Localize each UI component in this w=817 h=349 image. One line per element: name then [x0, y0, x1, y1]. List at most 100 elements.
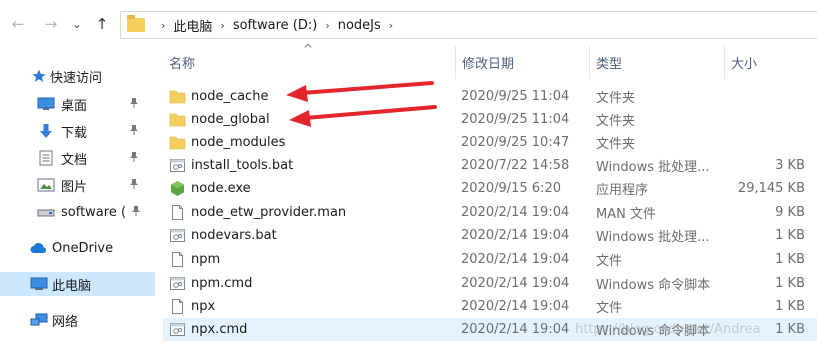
- table-row[interactable]: node_modules 2020/9/25 10:47 文件夹: [163, 131, 817, 154]
- file-date: 2020/9/15 6:20: [461, 181, 561, 196]
- table-row[interactable]: install_tools.bat 2020/7/22 14:58 Window…: [163, 154, 817, 177]
- file-name: npm: [191, 252, 221, 267]
- pin-icon[interactable]: [131, 205, 141, 220]
- node-exe-icon: [169, 180, 186, 197]
- file-name: npx: [191, 299, 216, 314]
- file-name: node_global: [191, 112, 270, 127]
- column-header-date[interactable]: 修改日期: [456, 46, 590, 79]
- nav-item-pictures[interactable]: 图片: [0, 173, 155, 197]
- column-header-label: 名称: [169, 57, 196, 72]
- nav-item-desktop[interactable]: 桌面: [0, 92, 155, 116]
- nav-item-label: software (: [61, 204, 127, 220]
- breadcrumb-separator[interactable]: ›: [325, 19, 329, 32]
- nav-item-downloads[interactable]: 下载: [0, 119, 155, 143]
- folder-icon: [169, 88, 186, 105]
- file-name: node_modules: [191, 135, 286, 150]
- file-size: 3 KB: [775, 158, 805, 173]
- watermark: https://blog.csdn.net/Andrea: [575, 322, 761, 337]
- navigation-pane: 快速访问 桌面 下载 文档 图片 software (OneDrive 此电脑…: [0, 46, 155, 349]
- column-header-type[interactable]: 类型: [590, 46, 725, 79]
- table-row[interactable]: nodevars.bat 2020/2/14 19:04 Windows 批处理…: [163, 224, 817, 247]
- breadcrumb-separator: ›: [161, 18, 166, 32]
- up-button[interactable]: ↑: [92, 14, 112, 34]
- pictures-icon: [37, 177, 55, 193]
- back-arrow-icon: ←: [11, 15, 25, 33]
- nav-item-label: OneDrive: [52, 240, 114, 256]
- nav-item-label: 快速访问: [50, 70, 103, 86]
- table-row[interactable]: npm.cmd 2020/2/14 19:04 Windows 命令脚本 1 K…: [163, 272, 817, 295]
- file-type: 文件: [596, 301, 623, 316]
- nav-item-label: 此电脑: [52, 278, 92, 294]
- table-row[interactable]: node_cache 2020/9/25 11:04 文件夹: [163, 85, 817, 108]
- document-icon: [37, 150, 55, 166]
- column-header-label: 大小: [731, 57, 758, 72]
- file-date: 2020/2/14 19:04: [461, 299, 570, 314]
- table-row[interactable]: npm 2020/2/14 19:04 文件 1 KB: [163, 248, 817, 271]
- back-button[interactable]: ←: [8, 14, 28, 34]
- nav-item-this-pc[interactable]: 此电脑: [0, 272, 155, 296]
- batch-file-icon: [169, 227, 186, 244]
- file-name: install_tools.bat: [191, 158, 294, 173]
- file-date: 2020/2/14 19:04: [461, 228, 570, 243]
- file-size: 1 KB: [775, 299, 805, 314]
- file-type: Windows 批处理...: [596, 160, 710, 175]
- column-header-name[interactable]: 名称 ^: [163, 42, 456, 79]
- folder-icon: [127, 15, 145, 32]
- file-date: 2020/9/25 11:04: [461, 112, 570, 127]
- computer-icon: [30, 276, 48, 292]
- table-row[interactable]: node_etw_provider.man 2020/2/14 19:04 MA…: [163, 201, 817, 224]
- nav-item-network[interactable]: 网络: [0, 308, 155, 332]
- file-type: 文件夹: [596, 91, 636, 106]
- pin-icon[interactable]: [129, 124, 139, 139]
- file-date: 2020/2/14 19:04: [461, 322, 570, 337]
- cloud-icon: [30, 240, 48, 256]
- breadcrumb-separator[interactable]: ›: [389, 19, 393, 32]
- drive-icon: [37, 204, 55, 220]
- nav-item-onedrive[interactable]: OneDrive: [0, 236, 155, 260]
- table-row[interactable]: node.exe 2020/9/15 6:20 应用程序 29,145 KB: [163, 177, 817, 200]
- file-date: 2020/7/22 14:58: [461, 158, 570, 173]
- batch-file-icon: [169, 321, 186, 338]
- file-type: 文件: [596, 254, 623, 269]
- file-name: node_etw_provider.man: [191, 205, 347, 220]
- file-list: 名称 ^ 修改日期 类型 大小 node_cache 2020/9/25 11:…: [163, 42, 817, 349]
- column-header-label: 类型: [596, 57, 623, 72]
- breadcrumb-this-pc[interactable]: 此电脑: [173, 16, 212, 35]
- file-icon: [169, 298, 186, 315]
- forward-arrow-icon: →: [44, 15, 58, 33]
- file-type: Windows 批处理...: [596, 230, 710, 245]
- desktop-icon: [37, 96, 55, 112]
- address-input[interactable]: › 此电脑 › software (D:) › nodeJs ›: [120, 11, 817, 39]
- file-type: MAN 文件: [596, 207, 656, 222]
- file-size: 1 KB: [775, 252, 805, 267]
- nav-item-software-drive[interactable]: software (: [0, 200, 155, 224]
- pin-icon[interactable]: [129, 151, 139, 166]
- nav-item-quick-access[interactable]: 快速访问: [0, 64, 155, 88]
- recent-locations-button[interactable]: ⌄: [70, 14, 84, 34]
- nav-item-label: 下载: [61, 125, 88, 141]
- file-name: nodevars.bat: [191, 228, 277, 243]
- pin-icon[interactable]: [129, 97, 139, 112]
- file-type: 文件夹: [596, 114, 636, 129]
- sort-ascending-icon: ^: [303, 42, 314, 56]
- file-type: 应用程序: [596, 183, 649, 198]
- file-date: 2020/9/25 11:04: [461, 89, 570, 104]
- chevron-down-icon: ⌄: [72, 17, 82, 31]
- forward-button[interactable]: →: [41, 14, 61, 34]
- table-row[interactable]: npx 2020/2/14 19:04 文件 1 KB: [163, 295, 817, 318]
- pin-icon[interactable]: [129, 178, 139, 193]
- breadcrumb-separator[interactable]: ›: [220, 19, 224, 32]
- breadcrumb-nodejs[interactable]: nodeJs: [338, 18, 381, 33]
- column-header-label: 修改日期: [462, 57, 515, 72]
- file-size: 1 KB: [775, 228, 805, 243]
- nav-item-documents[interactable]: 文档: [0, 146, 155, 170]
- nav-item-label: 网络: [52, 314, 79, 330]
- nav-item-label: 图片: [61, 179, 88, 195]
- file-type: 文件夹: [596, 137, 636, 152]
- file-date: 2020/9/25 10:47: [461, 135, 570, 150]
- file-name: npx.cmd: [191, 322, 248, 337]
- column-header-size[interactable]: 大小: [725, 46, 807, 79]
- breadcrumb-software-drive[interactable]: software (D:): [233, 18, 318, 33]
- table-row[interactable]: node_global 2020/9/25 11:04 文件夹: [163, 108, 817, 131]
- file-date: 2020/2/14 19:04: [461, 252, 570, 267]
